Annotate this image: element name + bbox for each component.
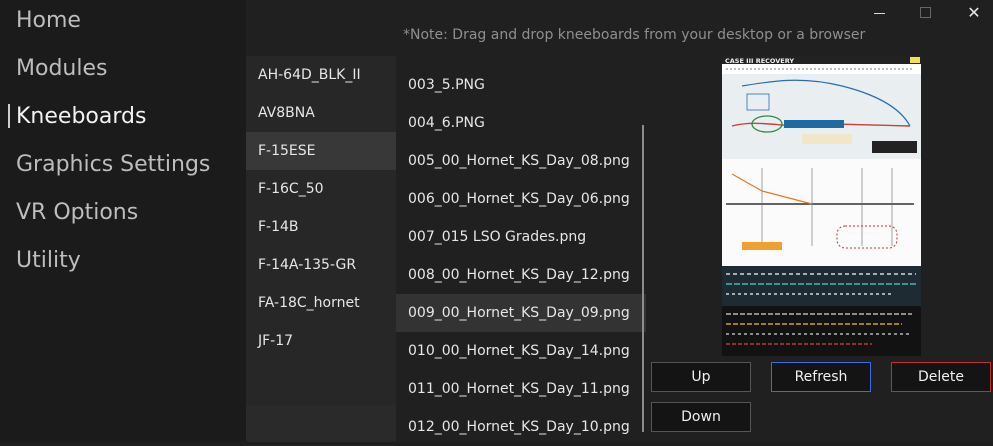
preview-title: CASE III RECOVERY: [725, 57, 794, 65]
file-item[interactable]: 010_00_Hornet_KS_Day_14.png: [396, 332, 646, 370]
file-item-selected[interactable]: 009_00_Hornet_KS_Day_09.png: [396, 294, 646, 332]
kneeboards-panel: *Note: Drag and drop kneeboards from you…: [246, 0, 993, 442]
module-item-f-16c[interactable]: F-16C_50: [246, 170, 396, 208]
file-item[interactable]: 004_6.PNG: [396, 104, 646, 142]
move-up-button[interactable]: Up: [651, 362, 751, 392]
module-list: AH-64D_BLK_II AV8BNA F-15ESE F-16C_50 F-…: [246, 56, 396, 406]
nav-item-kneeboards[interactable]: Kneeboards: [16, 103, 146, 131]
file-item[interactable]: 007_015 LSO Grades.png: [396, 218, 646, 256]
module-item-f-14b[interactable]: F-14B: [246, 208, 396, 246]
kneeboard-file-list: 003_5.PNG 004_6.PNG 005_00_Hornet_KS_Day…: [396, 56, 646, 442]
refresh-button[interactable]: Refresh: [771, 362, 871, 392]
module-item-f-14a[interactable]: F-14A-135-GR: [246, 246, 396, 284]
module-item-f-15ese[interactable]: F-15ESE: [246, 132, 396, 170]
file-item[interactable]: 006_00_Hornet_KS_Day_06.png: [396, 180, 646, 218]
nav-item-utility[interactable]: Utility: [16, 247, 81, 275]
file-item[interactable]: 012_00_Hornet_KS_Day_10.png: [396, 408, 646, 446]
close-icon: ✕: [967, 3, 981, 22]
module-list-footer: [246, 406, 396, 442]
move-down-button[interactable]: Down: [651, 402, 751, 432]
close-button[interactable]: ✕: [963, 4, 985, 22]
file-item[interactable]: 011_00_Hornet_KS_Day_11.png: [396, 370, 646, 408]
module-item-ah-64d[interactable]: AH-64D_BLK_II: [246, 56, 396, 94]
kneeboard-preview: CASE III RECOVERY: [722, 56, 921, 356]
nav-item-home[interactable]: Home: [16, 7, 81, 35]
file-item[interactable]: 003_5.PNG: [396, 66, 646, 104]
module-item-fa-18c[interactable]: FA-18C_hornet: [246, 284, 396, 322]
kneeboard-preview-image: CASE III RECOVERY: [722, 56, 921, 356]
file-item[interactable]: 008_00_Hornet_KS_Day_12.png: [396, 256, 646, 294]
active-nav-indicator: [8, 104, 10, 128]
nav-item-graphics-settings[interactable]: Graphics Settings: [16, 151, 210, 179]
delete-button[interactable]: Delete: [891, 362, 991, 392]
main-nav: Home Modules Kneeboards Graphics Setting…: [0, 0, 246, 442]
module-item-jf-17[interactable]: JF-17: [246, 322, 396, 360]
drag-drop-note: *Note: Drag and drop kneeboards from you…: [403, 27, 866, 43]
nav-item-modules[interactable]: Modules: [16, 55, 107, 83]
maximize-button[interactable]: [915, 4, 937, 22]
nav-item-vr-options[interactable]: VR Options: [16, 199, 138, 227]
minimize-button[interactable]: [869, 4, 891, 22]
file-item[interactable]: 005_00_Hornet_KS_Day_08.png: [396, 142, 646, 180]
file-list-scrollbar[interactable]: [642, 125, 644, 432]
module-item-av8bna[interactable]: AV8BNA: [246, 94, 396, 132]
